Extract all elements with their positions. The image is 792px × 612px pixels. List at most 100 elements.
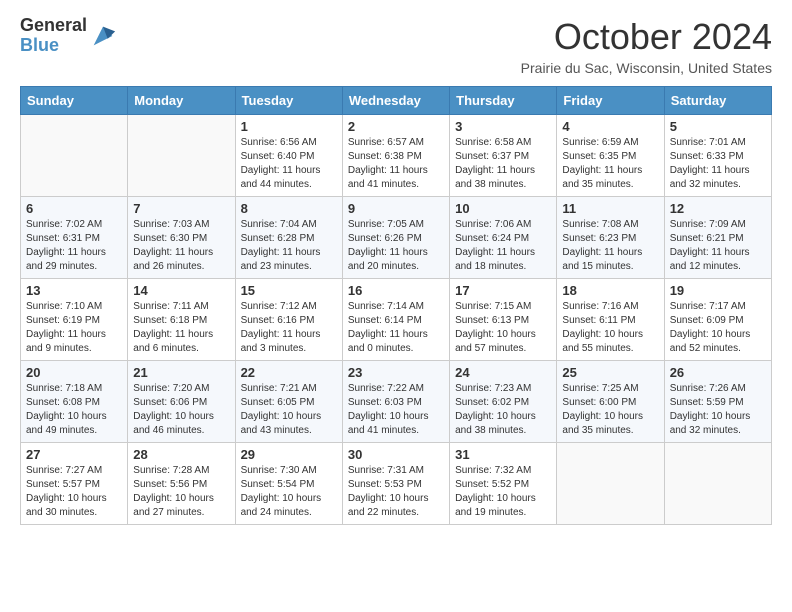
day-number: 30 — [348, 447, 444, 462]
day-number: 15 — [241, 283, 337, 298]
day-number: 1 — [241, 119, 337, 134]
day-cell: 21 Sunrise: 7:20 AMSunset: 6:06 PMDayligh… — [128, 361, 235, 443]
day-cell: 2 Sunrise: 6:57 AMSunset: 6:38 PMDaylight… — [342, 115, 449, 197]
day-number: 10 — [455, 201, 551, 216]
day-info: Sunrise: 7:21 AMSunset: 6:05 PMDaylight:… — [241, 382, 337, 438]
weekday-header-tuesday: Tuesday — [235, 87, 342, 115]
day-info: Sunrise: 7:02 AMSunset: 6:31 PMDaylight:… — [26, 218, 122, 274]
logo-text: General Blue — [20, 16, 87, 56]
day-cell: 14 Sunrise: 7:11 AMSunset: 6:18 PMDayligh… — [128, 279, 235, 361]
logo: General Blue — [20, 16, 117, 56]
day-cell: 8Sunrise: 7:04 AMSunset: 6:28 PMDaylight… — [235, 197, 342, 279]
weekday-header-friday: Friday — [557, 87, 664, 115]
day-cell: 16Sunrise: 7:14 AMSunset: 6:14 PMDayligh… — [342, 279, 449, 361]
month-title: October 2024 — [521, 16, 772, 58]
day-cell: 26 Sunrise: 7:26 AMSunset: 5:59 PMDayligh… — [664, 361, 771, 443]
day-cell — [664, 443, 771, 525]
day-cell: 15 Sunrise: 7:12 AMSunset: 6:16 PMDayligh… — [235, 279, 342, 361]
day-cell: 20Sunrise: 7:18 AMSunset: 6:08 PMDayligh… — [21, 361, 128, 443]
logo-general: General — [20, 16, 87, 36]
day-info: Sunrise: 7:11 AMSunset: 6:18 PMDaylight:… — [133, 300, 229, 356]
day-cell: 30 Sunrise: 7:31 AMSunset: 5:53 PMDayligh… — [342, 443, 449, 525]
day-number: 13 — [26, 283, 122, 298]
day-number: 5 — [670, 119, 766, 134]
day-cell: 13 Sunrise: 7:10 AMSunset: 6:19 PMDayligh… — [21, 279, 128, 361]
day-number: 22 — [241, 365, 337, 380]
logo-bird-icon — [89, 22, 117, 50]
day-number: 17 — [455, 283, 551, 298]
day-cell: 31Sunrise: 7:32 AMSunset: 5:52 PMDayligh… — [450, 443, 557, 525]
day-cell: 9Sunrise: 7:05 AMSunset: 6:26 PMDaylight… — [342, 197, 449, 279]
day-number: 3 — [455, 119, 551, 134]
day-number: 27 — [26, 447, 122, 462]
day-cell: 24 Sunrise: 7:23 AMSunset: 6:02 PMDayligh… — [450, 361, 557, 443]
day-info: Sunrise: 7:05 AMSunset: 6:26 PMDaylight:… — [348, 218, 444, 274]
day-cell — [557, 443, 664, 525]
day-info: Sunrise: 6:59 AMSunset: 6:35 PMDaylight:… — [562, 136, 658, 192]
day-info: Sunrise: 7:09 AMSunset: 6:21 PMDaylight:… — [670, 218, 766, 274]
day-info: Sunrise: 7:01 AMSunset: 6:33 PMDaylight:… — [670, 136, 766, 192]
day-cell — [128, 115, 235, 197]
week-row-4: 20Sunrise: 7:18 AMSunset: 6:08 PMDayligh… — [21, 361, 772, 443]
day-number: 26 — [670, 365, 766, 380]
day-cell: 5 Sunrise: 7:01 AMSunset: 6:33 PMDaylight… — [664, 115, 771, 197]
day-info: Sunrise: 7:12 AMSunset: 6:16 PMDaylight:… — [241, 300, 337, 356]
day-cell: 4 Sunrise: 6:59 AMSunset: 6:35 PMDaylight… — [557, 115, 664, 197]
day-number: 19 — [670, 283, 766, 298]
calendar-table: SundayMondayTuesdayWednesdayThursdayFrid… — [20, 86, 772, 525]
title-section: October 2024 Prairie du Sac, Wisconsin, … — [521, 16, 772, 76]
day-cell: 29 Sunrise: 7:30 AMSunset: 5:54 PMDayligh… — [235, 443, 342, 525]
weekday-header-monday: Monday — [128, 87, 235, 115]
location: Prairie du Sac, Wisconsin, United States — [521, 60, 772, 76]
day-number: 24 — [455, 365, 551, 380]
day-cell: 6Sunrise: 7:02 AMSunset: 6:31 PMDaylight… — [21, 197, 128, 279]
day-info: Sunrise: 7:17 AMSunset: 6:09 PMDaylight:… — [670, 300, 766, 356]
day-number: 31 — [455, 447, 551, 462]
weekday-header-wednesday: Wednesday — [342, 87, 449, 115]
day-number: 21 — [133, 365, 229, 380]
day-info: Sunrise: 7:26 AMSunset: 5:59 PMDaylight:… — [670, 382, 766, 438]
day-number: 28 — [133, 447, 229, 462]
day-info: Sunrise: 7:16 AMSunset: 6:11 PMDaylight:… — [562, 300, 658, 356]
weekday-header-thursday: Thursday — [450, 87, 557, 115]
day-cell: 27Sunrise: 7:27 AMSunset: 5:57 PMDayligh… — [21, 443, 128, 525]
day-number: 4 — [562, 119, 658, 134]
day-info: Sunrise: 6:57 AMSunset: 6:38 PMDaylight:… — [348, 136, 444, 192]
weekday-header-row: SundayMondayTuesdayWednesdayThursdayFrid… — [21, 87, 772, 115]
day-number: 29 — [241, 447, 337, 462]
day-number: 7 — [133, 201, 229, 216]
day-cell: 10 Sunrise: 7:06 AMSunset: 6:24 PMDayligh… — [450, 197, 557, 279]
day-info: Sunrise: 6:58 AMSunset: 6:37 PMDaylight:… — [455, 136, 551, 192]
day-info: Sunrise: 7:06 AMSunset: 6:24 PMDaylight:… — [455, 218, 551, 274]
day-cell: 11 Sunrise: 7:08 AMSunset: 6:23 PMDayligh… — [557, 197, 664, 279]
day-cell: 18 Sunrise: 7:16 AMSunset: 6:11 PMDayligh… — [557, 279, 664, 361]
week-row-5: 27Sunrise: 7:27 AMSunset: 5:57 PMDayligh… — [21, 443, 772, 525]
day-info: Sunrise: 7:28 AMSunset: 5:56 PMDaylight:… — [133, 464, 229, 520]
day-info: Sunrise: 7:03 AMSunset: 6:30 PMDaylight:… — [133, 218, 229, 274]
day-info: Sunrise: 7:31 AMSunset: 5:53 PMDaylight:… — [348, 464, 444, 520]
day-info: Sunrise: 7:15 AMSunset: 6:13 PMDaylight:… — [455, 300, 551, 356]
day-number: 12 — [670, 201, 766, 216]
week-row-2: 6Sunrise: 7:02 AMSunset: 6:31 PMDaylight… — [21, 197, 772, 279]
logo-blue: Blue — [20, 36, 87, 56]
day-cell: 3 Sunrise: 6:58 AMSunset: 6:37 PMDaylight… — [450, 115, 557, 197]
day-number: 2 — [348, 119, 444, 134]
day-cell: 1 Sunrise: 6:56 AMSunset: 6:40 PMDaylight… — [235, 115, 342, 197]
day-info: Sunrise: 7:30 AMSunset: 5:54 PMDaylight:… — [241, 464, 337, 520]
day-cell: 23Sunrise: 7:22 AMSunset: 6:03 PMDayligh… — [342, 361, 449, 443]
day-number: 25 — [562, 365, 658, 380]
day-cell: 28 Sunrise: 7:28 AMSunset: 5:56 PMDayligh… — [128, 443, 235, 525]
day-number: 14 — [133, 283, 229, 298]
day-cell: 12 Sunrise: 7:09 AMSunset: 6:21 PMDayligh… — [664, 197, 771, 279]
day-info: Sunrise: 7:04 AMSunset: 6:28 PMDaylight:… — [241, 218, 337, 274]
day-number: 11 — [562, 201, 658, 216]
day-info: Sunrise: 6:56 AMSunset: 6:40 PMDaylight:… — [241, 136, 337, 192]
day-info: Sunrise: 7:23 AMSunset: 6:02 PMDaylight:… — [455, 382, 551, 438]
day-cell — [21, 115, 128, 197]
day-number: 18 — [562, 283, 658, 298]
day-info: Sunrise: 7:08 AMSunset: 6:23 PMDaylight:… — [562, 218, 658, 274]
day-info: Sunrise: 7:20 AMSunset: 6:06 PMDaylight:… — [133, 382, 229, 438]
day-cell: 19 Sunrise: 7:17 AMSunset: 6:09 PMDayligh… — [664, 279, 771, 361]
day-info: Sunrise: 7:10 AMSunset: 6:19 PMDaylight:… — [26, 300, 122, 356]
day-number: 20 — [26, 365, 122, 380]
